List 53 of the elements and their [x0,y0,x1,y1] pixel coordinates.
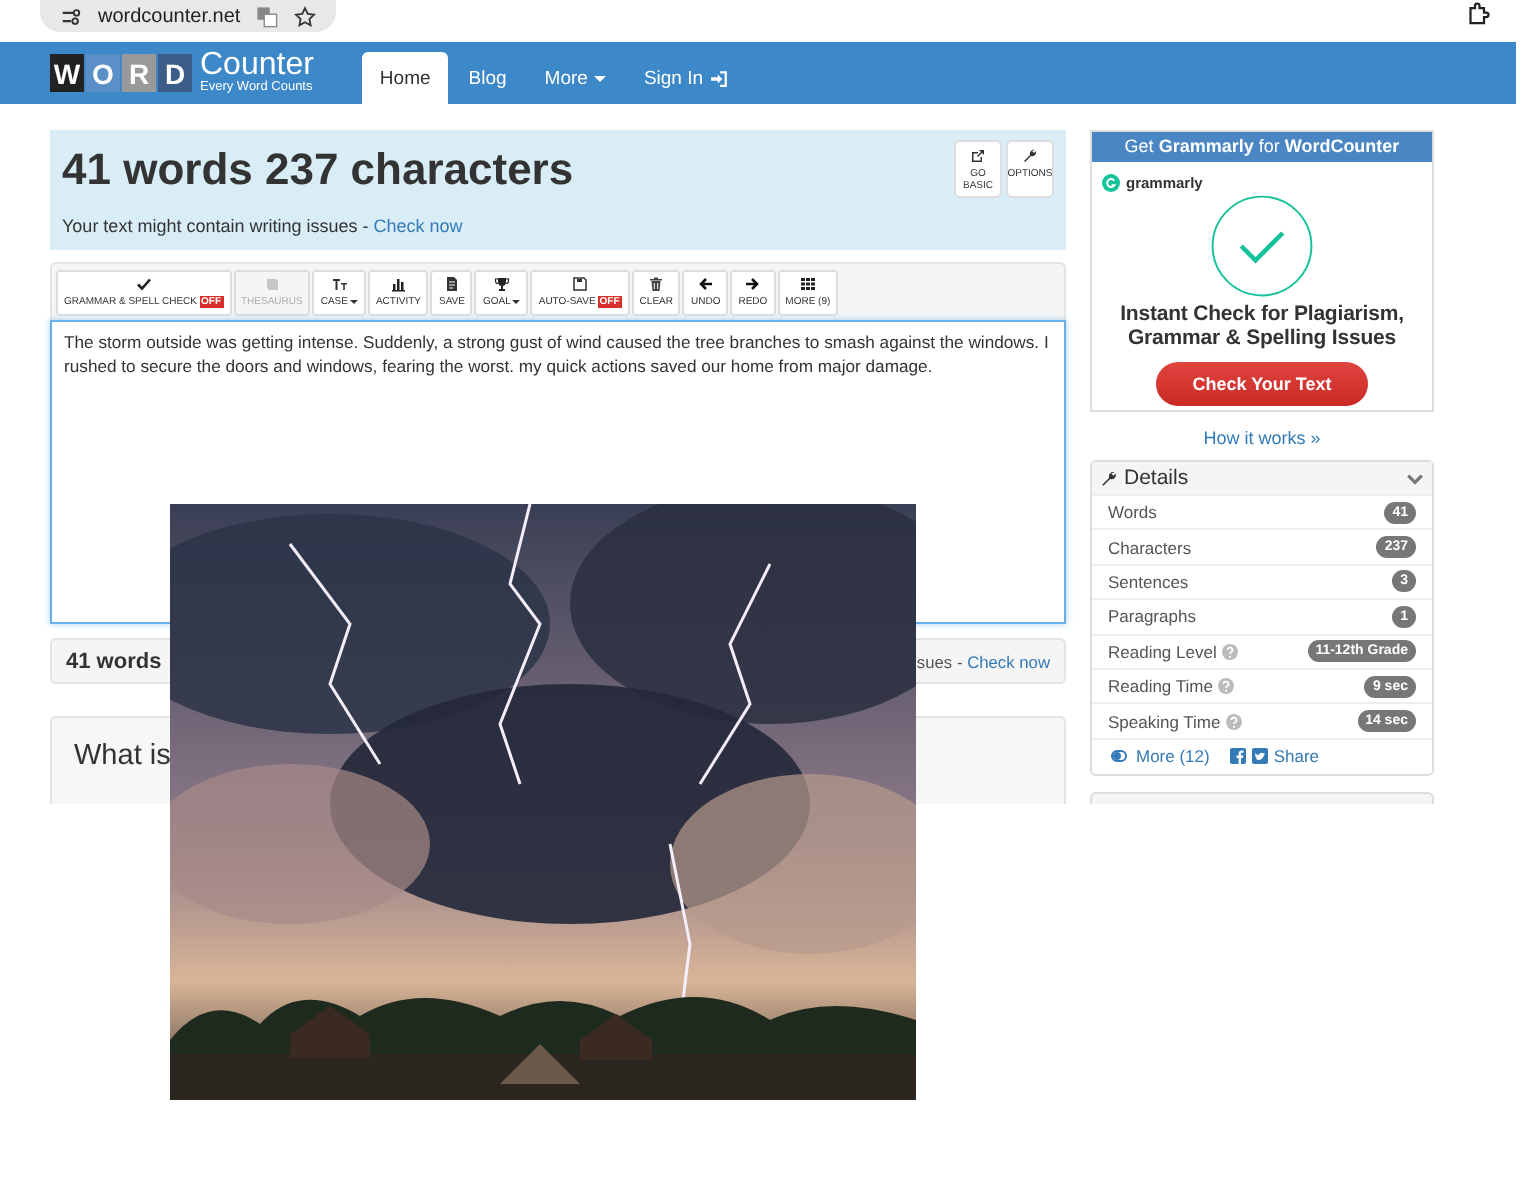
external-link-icon [970,148,986,164]
document-icon [443,276,460,292]
nav-tab[interactable]: Home [361,52,449,104]
check-circle-icon [1210,194,1314,298]
writing-issues-notice: sues - Check now [916,651,1050,671]
stat-label: Words [1108,502,1157,523]
check-now-link[interactable]: Check now [373,216,463,236]
ad-header: Get Grammarly for WordCounter [1092,132,1432,162]
trophy-icon [493,276,510,292]
text-case-icon [331,276,348,292]
section-heading: What is [74,740,171,772]
toggle-icon [1108,748,1130,765]
stat-label: Reading Level [1108,641,1217,662]
grid-icon [799,276,816,292]
sign-in-icon [709,69,728,87]
brand-logo-icon [1102,174,1120,192]
star-icon[interactable] [294,5,317,27]
ad-headline: Instant Check for Plagiarism, Grammar & Spelling Issues [1118,302,1406,351]
word-count-text: 41 words [66,649,162,673]
twitter-icon[interactable] [1251,748,1268,765]
nav-tab[interactable]: More [526,52,624,104]
share-link[interactable]: Share [1273,746,1320,767]
bar-chart-icon [390,276,407,292]
floppy-icon [572,276,589,292]
left-arrow-icon [697,276,714,292]
wrench-icon [1100,469,1118,487]
stat-label: Sentences [1108,571,1189,592]
panel-title: Details [1124,466,1191,490]
url-text: wordcounter.net [98,5,241,27]
check-now-link[interactable]: Check now [967,651,1050,671]
translate-icon[interactable] [256,5,279,27]
address-bar[interactable]: wordcounter.net [40,0,337,32]
writing-issues-notice: Your text might contain writing issues - Check now [62,216,463,236]
check-text-button[interactable]: Check Your Text [1156,362,1368,407]
more-link[interactable]: More (12) [1136,746,1210,767]
book-icon [263,276,280,292]
how-it-works-link[interactable]: How it works » [1203,428,1321,448]
chevron-down-icon[interactable] [1406,469,1424,487]
word-count-title: 41 words 237 characters [62,144,574,196]
facebook-icon[interactable] [1229,748,1246,765]
right-arrow-icon [744,276,761,292]
stat-label: Characters [1108,537,1192,558]
check-icon [135,276,152,292]
site-settings-icon[interactable] [60,5,82,27]
trash-icon [648,276,665,292]
stat-label: Paragraphs [1108,606,1196,627]
extension-icon[interactable] [1466,2,1490,26]
stat-label: Reading Time [1108,676,1213,697]
nav-tab[interactable]: Blog [450,52,525,104]
nav-tab[interactable]: Sign In [625,52,746,104]
caret-icon [593,75,606,81]
stat-label: Speaking Time [1108,711,1221,732]
wrench-icon [1022,148,1038,164]
